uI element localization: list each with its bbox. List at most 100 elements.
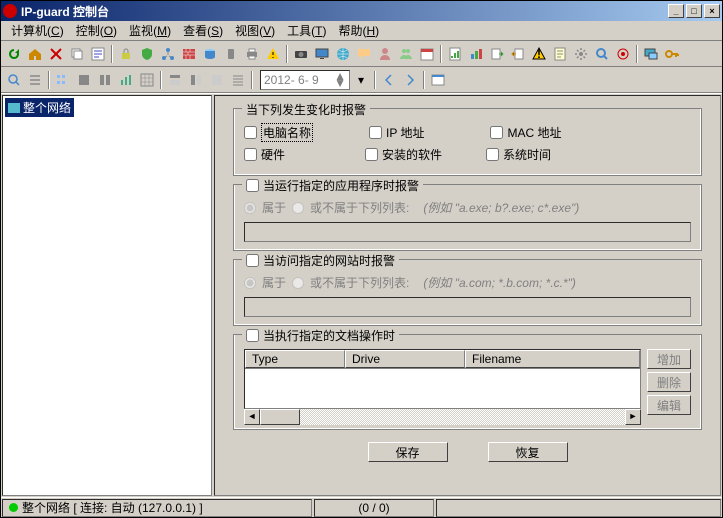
menu-query[interactable]: 查看(S)	[177, 21, 229, 40]
doc-scrollbar[interactable]: ◄ ►	[244, 409, 641, 425]
tool-shield-icon[interactable]	[137, 44, 157, 64]
tool-properties-icon[interactable]	[88, 44, 108, 64]
tool-disk-icon[interactable]	[200, 44, 220, 64]
btn-edit[interactable]: 编辑	[647, 395, 691, 415]
group-change-legend: 当下列发生变化时报警	[242, 101, 370, 118]
menubar: 计算机(C) 控制(O) 监视(M) 查看(S) 视图(V) 工具(T) 帮助(…	[1, 21, 722, 41]
tool-lock-icon[interactable]	[116, 44, 136, 64]
nav-prev-icon[interactable]	[379, 70, 399, 90]
date-spinner[interactable]: ▲▼	[334, 73, 346, 87]
col-filename[interactable]: Filename	[465, 350, 640, 368]
menu-tools[interactable]: 工具(T)	[281, 21, 332, 40]
filter-mode3-icon[interactable]	[207, 70, 227, 90]
titlebar: IP-guard 控制台 _ □ ×	[1, 1, 722, 21]
tool-chart-icon[interactable]	[466, 44, 486, 64]
minimize-button[interactable]: _	[668, 4, 684, 18]
btn-add[interactable]: 增加	[647, 349, 691, 369]
scroll-left-icon[interactable]: ◄	[244, 409, 260, 425]
filter-list-icon[interactable]	[25, 70, 45, 90]
menu-view[interactable]: 视图(V)	[229, 21, 281, 40]
save-button[interactable]: 保存	[368, 442, 448, 462]
nav-cal-icon[interactable]	[428, 70, 448, 90]
doc-table: Type Drive Filename	[244, 349, 641, 409]
col-drive[interactable]: Drive	[345, 350, 465, 368]
tool-refresh-icon[interactable]	[4, 44, 24, 64]
tool-alert-icon[interactable]	[263, 44, 283, 64]
tool-key-icon[interactable]	[662, 44, 682, 64]
tool-report-icon[interactable]	[445, 44, 465, 64]
filter-view2-icon[interactable]	[95, 70, 115, 90]
filter-search-icon[interactable]	[4, 70, 24, 90]
content-panel: 当下列发生变化时报警 电脑名称 IP 地址 MAC 地址 硬件 安装的软件 系统…	[214, 95, 721, 496]
tool-target-icon[interactable]	[613, 44, 633, 64]
svg-text:!: !	[537, 47, 541, 61]
app-hint: (例如 "a.exe; b?.exe; c*.exe")	[423, 199, 579, 216]
chk-app-enable[interactable]: 当运行指定的应用程序时报警	[242, 177, 423, 194]
chk-mac[interactable]: MAC 地址	[490, 123, 561, 142]
tool-remote-icon[interactable]	[641, 44, 661, 64]
app-icon	[3, 4, 17, 18]
chk-hardware[interactable]: 硬件	[244, 146, 285, 163]
tool-home-icon[interactable]	[25, 44, 45, 64]
filter-bar-icon[interactable]	[116, 70, 136, 90]
date-dropdown-icon[interactable]: ▾	[351, 70, 371, 90]
menu-control[interactable]: 控制(O)	[70, 21, 123, 40]
tree-panel[interactable]: 整个网络	[2, 95, 212, 496]
nav-next-icon[interactable]	[400, 70, 420, 90]
chk-ip[interactable]: IP 地址	[369, 123, 424, 142]
tool-firewall-icon[interactable]	[179, 44, 199, 64]
tool-printer-icon[interactable]	[242, 44, 262, 64]
scroll-thumb[interactable]	[260, 409, 300, 425]
filter-view1-icon[interactable]	[74, 70, 94, 90]
tool-settings-icon[interactable]	[571, 44, 591, 64]
tool-camera-icon[interactable]	[291, 44, 311, 64]
tool-network-icon[interactable]	[158, 44, 178, 64]
group-web-alert: 当访问指定的网站时报警 属于 或不属于下列列表: (例如 "a.com; *.b…	[233, 259, 702, 326]
filter-mode4-icon[interactable]	[228, 70, 248, 90]
tool-export-icon[interactable]	[487, 44, 507, 64]
tool-user-icon[interactable]	[375, 44, 395, 64]
filter-mode1-icon[interactable]	[165, 70, 185, 90]
filter-mode2-icon[interactable]	[186, 70, 206, 90]
doc-table-body[interactable]	[245, 369, 640, 408]
status-conn-text: 整个网络 [ 连接: 自动 (127.0.0.1) ]	[22, 499, 203, 516]
chk-web-enable[interactable]: 当访问指定的网站时报警	[242, 252, 399, 269]
tool-device-icon[interactable]	[221, 44, 241, 64]
tool-globe-icon[interactable]	[333, 44, 353, 64]
tree-root[interactable]: 整个网络	[5, 98, 74, 117]
tool-import-icon[interactable]	[508, 44, 528, 64]
chk-doc-enable[interactable]: 当执行指定的文档操作时	[242, 327, 399, 344]
status-count: (0 / 0)	[314, 499, 434, 517]
tool-search-icon[interactable]	[592, 44, 612, 64]
tool-warning-icon[interactable]: !	[529, 44, 549, 64]
chk-software[interactable]: 安装的软件	[365, 146, 442, 163]
tool-monitor-icon[interactable]	[312, 44, 332, 64]
menu-help[interactable]: 帮助(H)	[332, 21, 385, 40]
close-button[interactable]: ×	[704, 4, 720, 18]
date-value: 2012- 6- 9	[264, 73, 319, 87]
status-blank	[436, 499, 721, 517]
restore-button[interactable]: 恢复	[488, 442, 568, 462]
col-type[interactable]: Type	[245, 350, 345, 368]
filter-grid-icon[interactable]	[137, 70, 157, 90]
tool-copy-icon[interactable]	[67, 44, 87, 64]
chk-pcname[interactable]: 电脑名称	[244, 123, 313, 142]
tool-log-icon[interactable]	[550, 44, 570, 64]
scroll-right-icon[interactable]: ►	[625, 409, 641, 425]
chk-systime[interactable]: 系统时间	[486, 146, 551, 163]
tool-delete-icon[interactable]	[46, 44, 66, 64]
tree-root-label: 整个网络	[23, 99, 71, 116]
date-picker[interactable]: 2012- 6- 9 ▲▼	[260, 70, 350, 90]
status-connection: 整个网络 [ 连接: 自动 (127.0.0.1) ]	[2, 499, 312, 517]
tool-calendar-icon[interactable]	[417, 44, 437, 64]
filter-tree-icon[interactable]	[53, 70, 73, 90]
tool-chat-icon[interactable]	[354, 44, 374, 64]
maximize-button[interactable]: □	[686, 4, 702, 18]
app-list-input	[244, 222, 691, 242]
radio-web-in-label: 属于	[262, 274, 286, 291]
menu-computer[interactable]: 计算机(C)	[5, 21, 70, 40]
menu-monitor[interactable]: 监视(M)	[123, 21, 177, 40]
radio-app-in	[244, 202, 256, 214]
tool-group-icon[interactable]	[396, 44, 416, 64]
btn-delete[interactable]: 删除	[647, 372, 691, 392]
